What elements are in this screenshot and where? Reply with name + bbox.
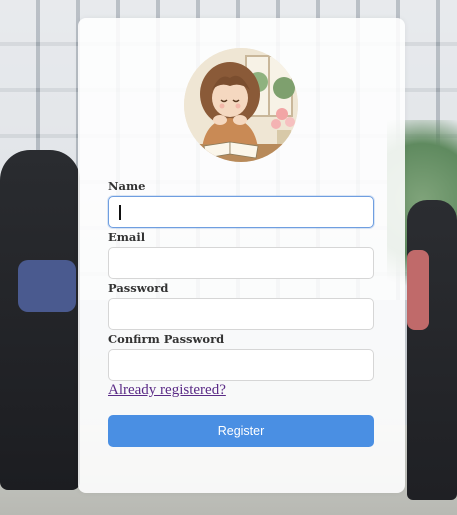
confirm-password-label: Confirm Password: [108, 332, 225, 346]
student-left: [0, 150, 80, 490]
password-input[interactable]: [108, 298, 374, 330]
school-bag: [18, 260, 76, 312]
password-label: Password: [108, 281, 169, 295]
student-right: [407, 200, 457, 500]
name-label: Name: [108, 179, 146, 193]
already-registered-link[interactable]: Already registered?: [108, 382, 226, 399]
register-card: Name Email Password Confirm Password Alr…: [78, 18, 405, 493]
avatar: [184, 48, 298, 162]
avatar-illustration-icon: [184, 48, 298, 162]
register-button[interactable]: Register: [108, 415, 374, 447]
name-input[interactable]: [108, 196, 374, 228]
confirm-password-input[interactable]: [108, 349, 374, 381]
text-caret: [119, 205, 121, 220]
backpack: [407, 250, 429, 330]
email-input[interactable]: [108, 247, 374, 279]
email-label: Email: [108, 230, 146, 244]
